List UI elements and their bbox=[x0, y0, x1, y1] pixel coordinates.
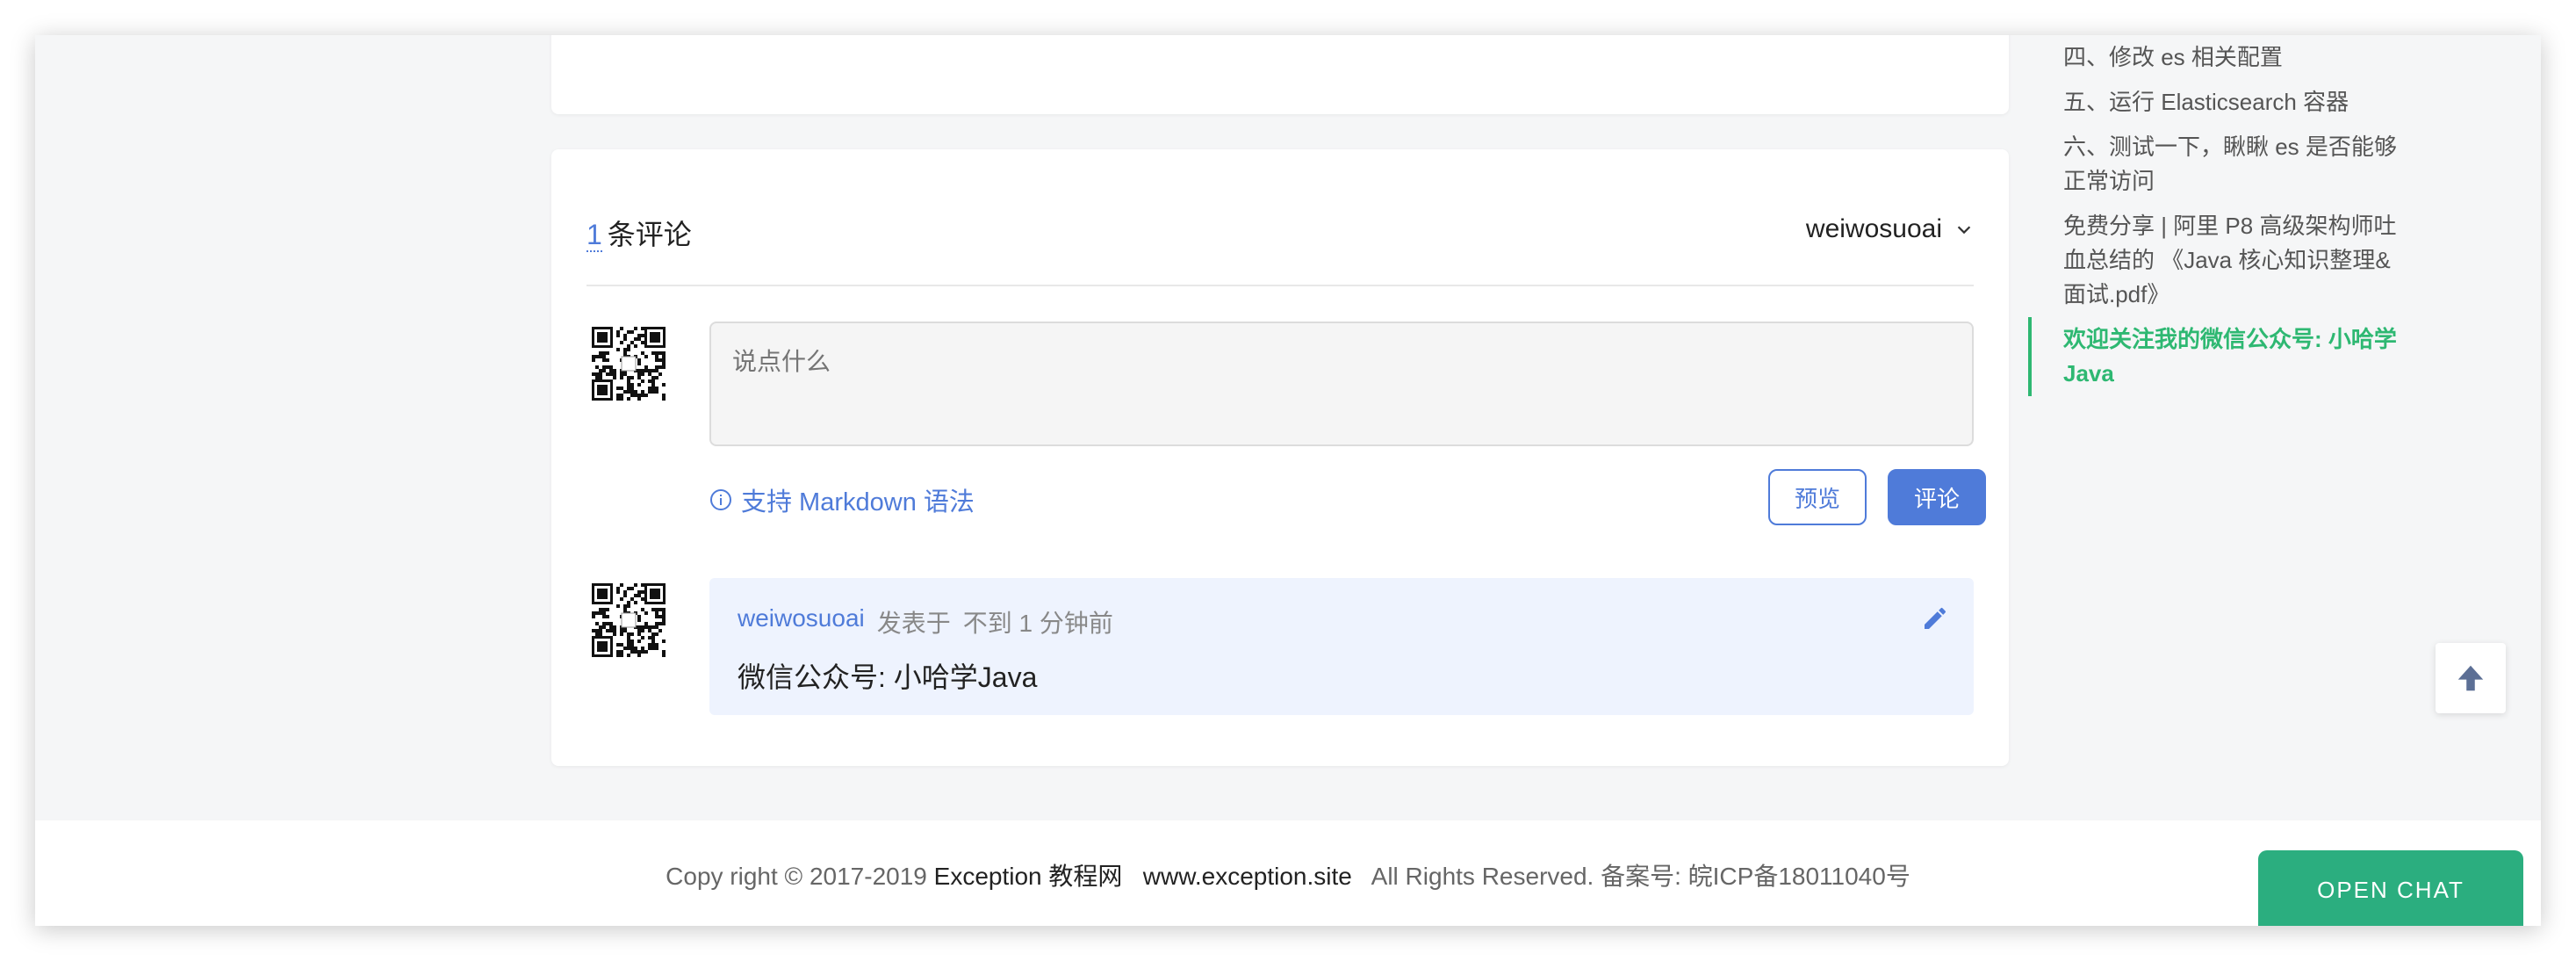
avatar bbox=[590, 582, 667, 659]
comment-count: 1 bbox=[586, 219, 602, 253]
pencil-icon[interactable] bbox=[1921, 604, 1949, 632]
comments-card: 1 条评论 weiwosuoai 支持 Markdown 语法 预览 评论 w bbox=[551, 149, 2009, 766]
browser-viewport: 1 条评论 weiwosuoai 支持 Markdown 语法 预览 评论 w bbox=[35, 35, 2541, 926]
footer-site-url[interactable]: www.exception.site bbox=[1143, 863, 1352, 890]
comment-time: 不到 1 分钟前 bbox=[962, 610, 1113, 637]
footer-copyright: Copy right © 2017-2019 bbox=[666, 863, 927, 890]
chevron-down-icon bbox=[1957, 226, 1971, 235]
footer: Copy right © 2017-2019 Exception 教程网 www… bbox=[35, 820, 2541, 926]
comment-item: weiwosuoai 发表于 不到 1 分钟前 微信公众号: 小哈学Java bbox=[709, 578, 1974, 715]
comment-author[interactable]: weiwosuoai bbox=[738, 604, 865, 639]
table-of-contents: 四、修改 es 相关配置 五、运行 Elasticsearch 容器 六、测试一… bbox=[2028, 35, 2397, 396]
comment-body: 微信公众号: 小哈学Java bbox=[738, 661, 1038, 693]
comments-header: 1 条评论 bbox=[586, 213, 692, 253]
toc-item-active[interactable]: 欢迎关注我的微信公众号: 小哈学Java bbox=[2028, 317, 2397, 396]
comment-posted-label: 发表于 bbox=[876, 610, 951, 637]
footer-site-name[interactable]: Exception 教程网 bbox=[934, 863, 1123, 890]
preview-button[interactable]: 预览 bbox=[1768, 469, 1867, 525]
markdown-hint-link[interactable]: 支持 Markdown 语法 bbox=[709, 481, 975, 518]
current-user-name: weiwosuoai bbox=[1805, 214, 1942, 243]
avatar bbox=[590, 325, 667, 402]
open-chat-button[interactable]: OPEN CHAT bbox=[2258, 850, 2523, 926]
comment-input[interactable] bbox=[709, 322, 1974, 446]
comment-meta: weiwosuoai 发表于 不到 1 分钟前 bbox=[738, 604, 1113, 639]
info-icon bbox=[710, 489, 731, 510]
comment-count-label: 条评论 bbox=[607, 219, 692, 250]
toc-item[interactable]: 免费分享 | 阿里 P8 高级架构师吐血总结的 《Java 核心知识整理&面试.… bbox=[2028, 204, 2397, 317]
user-menu[interactable]: weiwosuoai bbox=[1806, 214, 1974, 244]
footer-rights: All Rights Reserved. 备案号: 皖ICP备18011040号 bbox=[1371, 863, 1910, 890]
submit-comment-button[interactable]: 评论 bbox=[1888, 469, 1986, 525]
toc-item[interactable]: 四、修改 es 相关配置 bbox=[2028, 35, 2397, 80]
article-card-bottom bbox=[551, 35, 2009, 114]
toc-item[interactable]: 五、运行 Elasticsearch 容器 bbox=[2028, 80, 2397, 125]
footer-text: Copy right © 2017-2019 Exception 教程网 www… bbox=[35, 857, 2541, 892]
toc-item[interactable]: 六、测试一下，瞅瞅 es 是否能够正常访问 bbox=[2028, 125, 2397, 204]
back-to-top-button[interactable] bbox=[2436, 643, 2506, 713]
markdown-hint-text: 支持 Markdown 语法 bbox=[741, 488, 975, 517]
arrow-up-icon bbox=[2457, 665, 2484, 691]
divider bbox=[586, 285, 1974, 286]
